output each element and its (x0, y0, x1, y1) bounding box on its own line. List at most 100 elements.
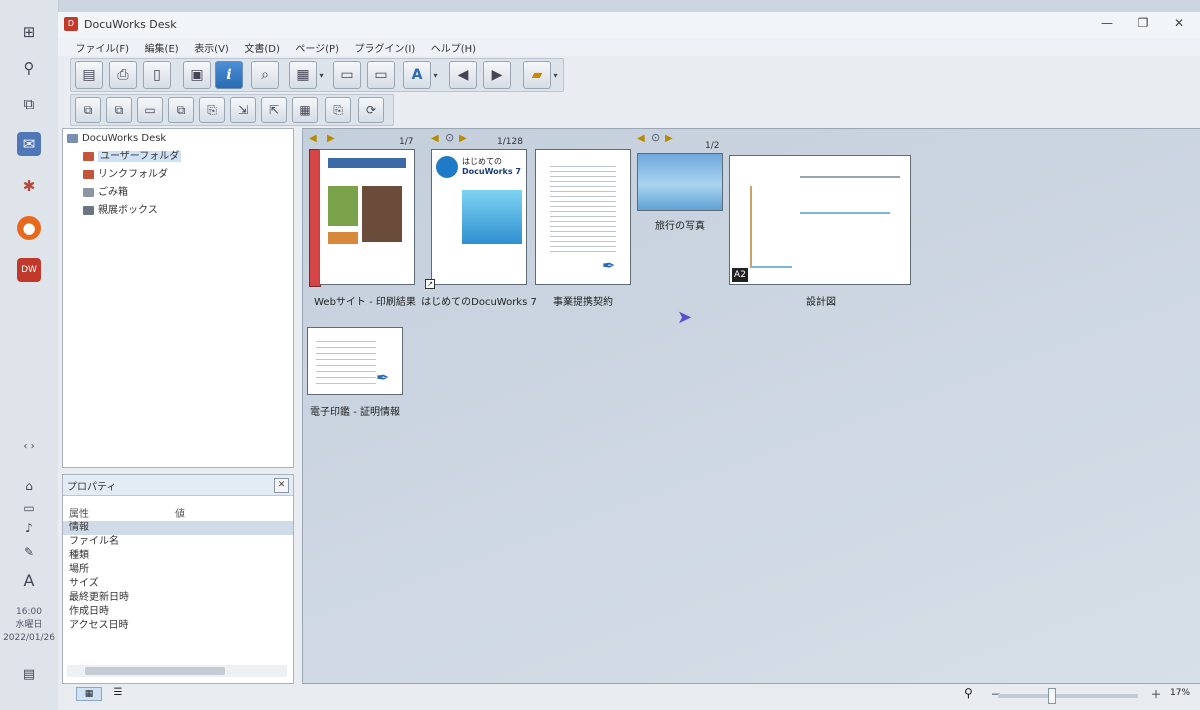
thumbnail-view-dropdown[interactable]: ▾ (317, 61, 326, 89)
back-button[interactable]: ◀ (449, 61, 477, 89)
viewer-button[interactable]: ▣ (183, 61, 211, 89)
property-row[interactable]: 情報 (63, 521, 293, 535)
properties-horizontal-scrollbar[interactable] (67, 665, 287, 677)
zoom-slider-handle[interactable] (1048, 688, 1056, 704)
firefox-app-icon[interactable]: ● (17, 216, 41, 240)
document-thumbnail-docuworks-guide[interactable]: はじめての DocuWorks 7 (431, 149, 527, 285)
tree-item-trash[interactable]: ごみ箱 (83, 185, 128, 201)
bind-button[interactable]: ⧉ (75, 97, 101, 123)
document-label[interactable]: Webサイト - 印刷結果 (313, 293, 417, 308)
thumb-image-block (328, 232, 358, 244)
menu-help[interactable]: ヘルプ(H) (425, 38, 482, 57)
forward-button[interactable]: ▶ (483, 61, 511, 89)
property-row[interactable]: 作成日時 (63, 605, 293, 619)
paste-button[interactable]: ▭ (367, 61, 395, 89)
copy-page-button[interactable]: ⧉ (168, 97, 194, 123)
tree-item-label: 親展ボックス (98, 205, 158, 216)
scrollbar-thumb[interactable] (85, 667, 225, 675)
document-thumbnail-digital-seal[interactable]: ✒ (307, 327, 403, 395)
search-documents-button[interactable]: ⌕ (251, 61, 279, 89)
menu-edit[interactable]: 編集(E) (139, 38, 185, 57)
zoom-search-icon: ⚲ (964, 686, 973, 700)
prev-page-icon[interactable]: ◀ (431, 133, 439, 144)
thumbnail-mode-button[interactable]: ▦ (76, 687, 102, 701)
extract-button[interactable]: ⎘ (199, 97, 225, 123)
convert-dropdown[interactable]: ▾ (431, 61, 440, 89)
document-label[interactable]: はじめてのDocuWorks 7 (421, 293, 537, 308)
open-document-button[interactable]: ▯ (143, 61, 171, 89)
status-bar: ▦ ☰ ⚲ － ＋ 17% (58, 684, 1200, 710)
notification-icon[interactable]: ▤ (17, 662, 41, 686)
insert-button[interactable]: ⇱ (261, 97, 287, 123)
menu-document[interactable]: 文書(D) (238, 38, 286, 57)
tree-item-user-folder[interactable]: ユーザーフォルダ (83, 149, 182, 165)
folder-view-button[interactable]: ▰ (523, 61, 551, 89)
document-thumbnail-area[interactable]: ◀ ▶ 1/7 Webサイト - 印刷結果 ◀ ⊙ ▶ 1/128 はじめての … (302, 128, 1200, 684)
ime-indicator[interactable]: A (17, 568, 41, 592)
maximize-button[interactable]: ❐ (1128, 16, 1158, 34)
zoom-in-button[interactable]: ＋ (1146, 686, 1166, 701)
next-page-icon[interactable]: ▶ (459, 133, 467, 144)
scanner-button[interactable]: ▤ (75, 61, 103, 89)
convert-button[interactable]: A (403, 61, 431, 89)
next-page-icon[interactable]: ▶ (327, 133, 335, 144)
search-icon[interactable]: ⚲ (17, 56, 41, 80)
page-button[interactable]: ▭ (137, 97, 163, 123)
minimize-button[interactable]: — (1092, 16, 1122, 34)
property-row[interactable]: ファイル名 (63, 535, 293, 549)
menu-page[interactable]: ページ(P) (289, 38, 345, 57)
folder-icon (83, 151, 94, 161)
tree-item-link-folder[interactable]: リンクフォルダ (83, 167, 168, 183)
menu-file[interactable]: ファイル(F) (70, 38, 136, 57)
pen-icon[interactable]: ✎ (17, 540, 41, 564)
network-icon[interactable]: ⌂ (17, 474, 41, 498)
volume-icon[interactable]: ♪ (17, 516, 41, 540)
menu-plugin[interactable]: プラグイン(I) (349, 38, 422, 57)
column-value[interactable]: 値 (175, 505, 185, 520)
property-row[interactable]: アクセス日時 (63, 619, 293, 633)
clipboard-icon: ▭ (340, 67, 354, 83)
document-thumbnail-contract[interactable]: ✒ (535, 149, 631, 285)
document-thumbnail-travel-photo[interactable] (637, 153, 723, 211)
prev-page-icon[interactable]: ◀ (637, 133, 645, 144)
outlook-app-icon[interactable]: ✉ (17, 132, 41, 156)
property-row[interactable]: 最終更新日時 (63, 591, 293, 605)
docuworks-app-icon[interactable]: DW (17, 258, 41, 282)
print-button[interactable]: ⎙ (109, 61, 137, 89)
close-button[interactable]: ✕ (1164, 16, 1194, 34)
refresh-button[interactable]: ⟳ (358, 97, 384, 123)
task-view-icon[interactable]: ⧉ (17, 92, 41, 116)
folder-view-dropdown[interactable]: ▾ (551, 61, 560, 89)
document-label[interactable]: 旅行の写真 (635, 217, 725, 232)
document-thumbnail-design-drawing[interactable]: A2 (729, 155, 911, 285)
list-mode-button[interactable]: ☰ (108, 687, 128, 699)
property-row[interactable]: 種類 (63, 549, 293, 563)
tray-expand-icon[interactable]: ‹ › (17, 434, 41, 458)
tree-item-confidential-box[interactable]: 親展ボックス (83, 203, 158, 219)
menu-view[interactable]: 表示(V) (188, 38, 235, 57)
tree-root[interactable]: DocuWorks Desk (67, 131, 166, 147)
windows-start-icon[interactable]: ⊞ (17, 20, 41, 44)
document-label[interactable]: 設計図 (781, 293, 861, 308)
next-page-icon[interactable]: ▶ (665, 133, 673, 144)
export-button[interactable]: ⇲ (230, 97, 256, 123)
ocr-button[interactable]: ▦ (292, 97, 318, 123)
document-label[interactable]: 事業提携契約 (527, 293, 639, 308)
thumb-drawing-sail (750, 186, 792, 268)
zoom-slider[interactable] (998, 694, 1138, 698)
thumbnail-view-button[interactable]: ▦ (289, 61, 317, 89)
attach-button[interactable]: ⎘ (325, 97, 351, 123)
property-row[interactable]: 場所 (63, 563, 293, 577)
prev-page-icon[interactable]: ◀ (309, 133, 317, 144)
document-thumbnail-web-print[interactable] (319, 149, 415, 285)
puzzle-app-icon[interactable]: ✱ (17, 174, 41, 198)
page-icon: ▭ (144, 103, 156, 117)
column-attribute[interactable]: 属性 (69, 505, 89, 520)
info-button[interactable]: i (215, 61, 243, 89)
clock[interactable]: 16:00 水曜日 2022/01/26 (0, 606, 58, 645)
properties-close-button[interactable]: ✕ (274, 478, 289, 493)
unbind-button[interactable]: ⧉ (106, 97, 132, 123)
clipboard-button[interactable]: ▭ (333, 61, 361, 89)
document-label[interactable]: 電子印鑑 - 証明情報 (303, 403, 407, 418)
property-row[interactable]: サイズ (63, 577, 293, 591)
